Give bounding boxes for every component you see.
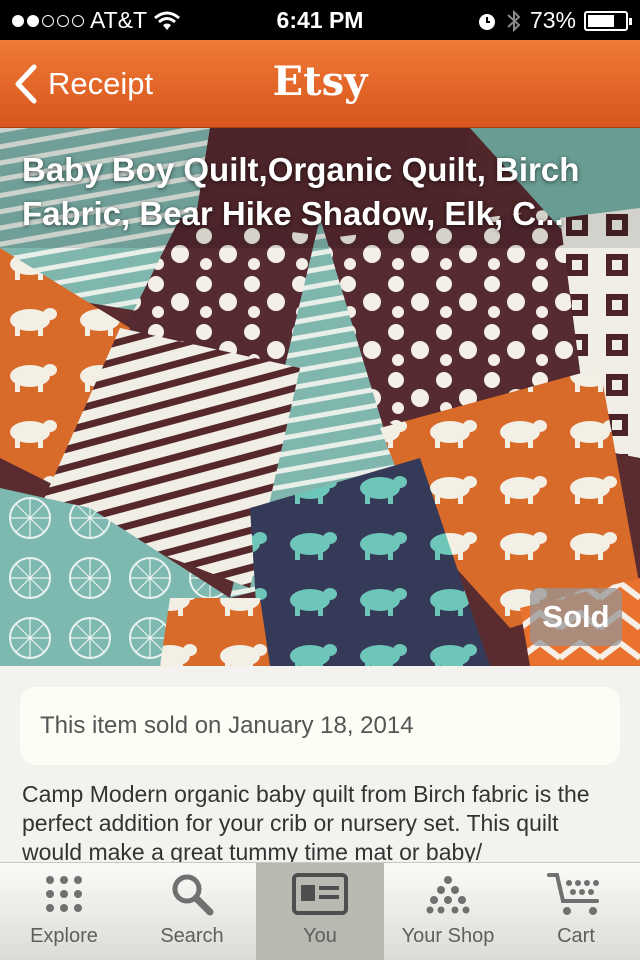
magnifier-icon bbox=[172, 874, 214, 916]
battery-icon bbox=[584, 10, 632, 31]
status-right: 73% bbox=[476, 7, 632, 34]
sold-badge: Sold bbox=[530, 588, 622, 646]
tab-your-shop[interactable]: Your Shop bbox=[384, 863, 512, 960]
sold-notice-text: This item sold on January 18, 2014 bbox=[40, 712, 414, 739]
explore-grid-icon bbox=[46, 876, 82, 912]
tab-label: You bbox=[303, 925, 337, 947]
shop-pyramid-icon bbox=[426, 876, 470, 914]
app-logo-title: Etsy bbox=[272, 58, 368, 105]
sold-notice-box: This item sold on January 18, 2014 bbox=[20, 687, 620, 765]
listing-image-carousel[interactable]: Baby Boy Quilt,Organic Quilt, Birch Fabr… bbox=[0, 128, 640, 666]
id-card-icon bbox=[292, 873, 348, 915]
tab-label: Explore bbox=[30, 925, 98, 947]
tab-explore[interactable]: Explore bbox=[0, 863, 128, 960]
listing-title: Baby Boy Quilt,Organic Quilt, Birch Fabr… bbox=[22, 151, 580, 232]
tab-label: Cart bbox=[557, 925, 595, 947]
tab-search[interactable]: Search bbox=[128, 863, 256, 960]
navigation-bar: Receipt Etsy bbox=[0, 40, 640, 128]
tab-bar: Explore Search You Your Shop Cart bbox=[0, 862, 640, 960]
tab-you[interactable]: You bbox=[256, 863, 384, 960]
battery-percent: 73% bbox=[529, 7, 576, 33]
listing-description: Camp Modern organic baby quilt from Birc… bbox=[22, 781, 590, 862]
alarm-clock-icon bbox=[478, 13, 495, 30]
tab-cart[interactable]: Cart bbox=[512, 863, 640, 960]
tab-label: Your Shop bbox=[401, 925, 495, 947]
cart-icon bbox=[547, 873, 599, 915]
bluetooth-icon bbox=[507, 9, 521, 32]
tab-label: Search bbox=[160, 925, 224, 947]
status-bar: AT&T 6:41 PM 73% bbox=[0, 0, 640, 40]
